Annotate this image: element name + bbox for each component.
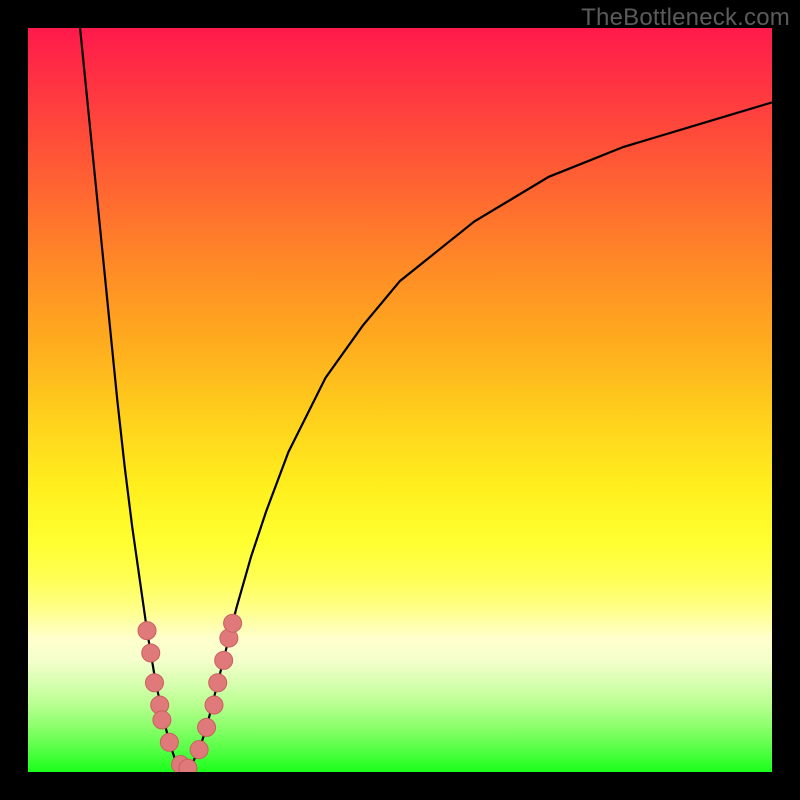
- data-point: [215, 651, 233, 669]
- data-point: [160, 733, 178, 751]
- data-point: [205, 696, 223, 714]
- bottleneck-curve: [28, 28, 772, 772]
- data-point: [153, 711, 171, 729]
- data-point: [209, 674, 227, 692]
- data-point: [138, 622, 156, 640]
- chart-frame: TheBottleneck.com: [0, 0, 800, 800]
- data-point: [142, 644, 160, 662]
- watermark-text: TheBottleneck.com: [581, 4, 790, 32]
- data-point: [145, 674, 163, 692]
- curve-line: [80, 28, 772, 772]
- data-point: [179, 759, 197, 772]
- data-point: [198, 718, 216, 736]
- curve-markers: [138, 614, 242, 772]
- data-point: [224, 614, 242, 632]
- data-point: [190, 741, 208, 759]
- plot-area: [28, 28, 772, 772]
